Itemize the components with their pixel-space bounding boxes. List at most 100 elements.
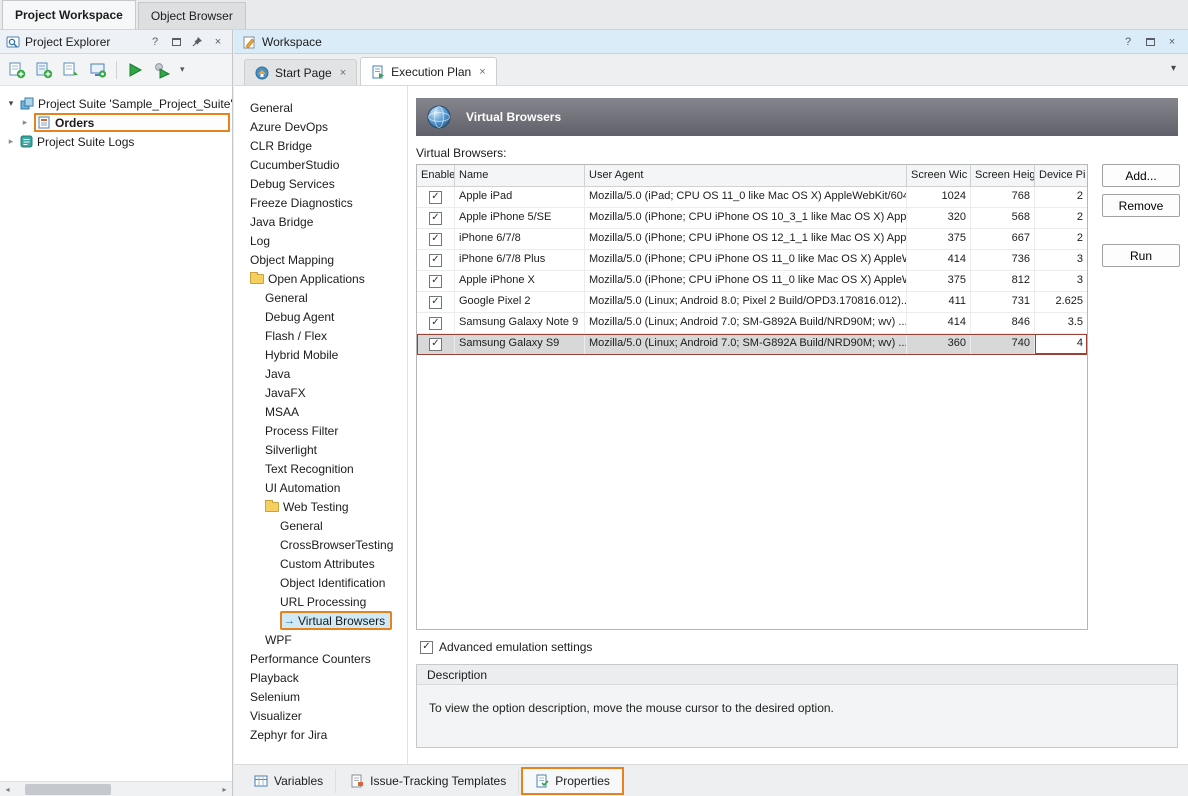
- close-tab-icon[interactable]: ×: [479, 66, 485, 78]
- run-project-icon[interactable]: [150, 58, 174, 82]
- virtual-browser-row-apple-iphone-5-se[interactable]: ✓Apple iPhone 5/SEMozilla/5.0 (iPhone; C…: [417, 208, 1087, 229]
- remove-button[interactable]: Remove: [1102, 194, 1180, 217]
- virtual-browser-row-samsung-galaxy-s9[interactable]: ✓Samsung Galaxy S9Mozilla/5.0 (Linux; An…: [417, 334, 1087, 355]
- tree-item-orders[interactable]: ▸ Orders: [0, 113, 232, 132]
- tab-object-browser[interactable]: Object Browser: [138, 2, 246, 29]
- settings-tree-item-general[interactable]: General: [234, 288, 407, 307]
- settings-tree-item-playback[interactable]: Playback: [234, 668, 407, 687]
- settings-tree-item-java[interactable]: Java: [234, 364, 407, 383]
- expanded-arrow-icon[interactable]: ▾: [6, 98, 16, 109]
- open-file-icon[interactable]: [59, 58, 83, 82]
- advanced-emulation-checkbox[interactable]: ✓: [420, 641, 433, 654]
- settings-tree-item-custom-attributes[interactable]: Custom Attributes: [234, 554, 407, 573]
- settings-tree-item-debug-agent[interactable]: Debug Agent: [234, 307, 407, 326]
- run-project-suite-icon[interactable]: [123, 58, 147, 82]
- record-test-icon[interactable]: [86, 58, 110, 82]
- settings-tree-item-label: Web Testing: [283, 500, 349, 514]
- close-icon[interactable]: ×: [1164, 34, 1180, 50]
- settings-tree-item-selenium[interactable]: Selenium: [234, 687, 407, 706]
- settings-tree-item-open-applications[interactable]: Open Applications: [234, 269, 407, 288]
- column-header-screen-wic[interactable]: Screen Wic: [907, 165, 971, 186]
- help-icon[interactable]: ?: [1120, 34, 1136, 50]
- settings-tree-item-freeze-diagnostics[interactable]: Freeze Diagnostics: [234, 193, 407, 212]
- column-header-device-pi[interactable]: Device Pi: [1035, 165, 1087, 186]
- column-header-name[interactable]: Name: [455, 165, 585, 186]
- enable-checkbox[interactable]: ✓: [429, 191, 442, 204]
- scroll-right-icon[interactable]: ▸: [217, 785, 232, 794]
- enable-checkbox[interactable]: ✓: [429, 275, 442, 288]
- tab-start-page[interactable]: Start Page ×: [244, 59, 357, 85]
- name-cell: Samsung Galaxy S9: [455, 334, 585, 354]
- settings-tree-item-general[interactable]: General: [234, 98, 407, 117]
- enable-checkbox[interactable]: ✓: [429, 233, 442, 246]
- settings-tree-item-hybrid-mobile[interactable]: Hybrid Mobile: [234, 345, 407, 364]
- settings-tree-item-text-recognition[interactable]: Text Recognition: [234, 459, 407, 478]
- enable-checkbox[interactable]: ✓: [429, 338, 442, 351]
- help-icon[interactable]: ?: [147, 34, 163, 50]
- tab-list-dropdown-icon[interactable]: ▾: [1171, 63, 1176, 74]
- scrollbar-thumb[interactable]: [25, 784, 111, 795]
- settings-tree-item-zephyr-for-jira[interactable]: Zephyr for Jira: [234, 725, 407, 744]
- virtual-browser-row-apple-ipad[interactable]: ✓Apple iPadMozilla/5.0 (iPad; CPU OS 11_…: [417, 187, 1087, 208]
- enable-cell: ✓: [417, 292, 455, 312]
- collapsed-arrow-icon[interactable]: ▸: [6, 136, 16, 147]
- add-project-suite-icon[interactable]: [5, 58, 29, 82]
- close-icon[interactable]: ×: [210, 34, 226, 50]
- add-project-icon[interactable]: [32, 58, 56, 82]
- settings-tree-item-debug-services[interactable]: Debug Services: [234, 174, 407, 193]
- settings-tree-item-java-bridge[interactable]: Java Bridge: [234, 212, 407, 231]
- settings-tree-item-process-filter[interactable]: Process Filter: [234, 421, 407, 440]
- column-header-screen-heig[interactable]: Screen Heig: [971, 165, 1035, 186]
- orders-highlight-box[interactable]: Orders: [34, 113, 230, 132]
- tab-variables[interactable]: Variables: [242, 769, 336, 793]
- settings-tree-item-web-testing[interactable]: Web Testing: [234, 497, 407, 516]
- settings-tree-item-flash-flex[interactable]: Flash / Flex: [234, 326, 407, 345]
- virtual-browser-row-iphone-6-7-8[interactable]: ✓iPhone 6/7/8Mozilla/5.0 (iPhone; CPU iP…: [417, 229, 1087, 250]
- tab-execution-plan[interactable]: Execution Plan ×: [360, 57, 497, 85]
- tree-item-project-suite[interactable]: ▾ Project Suite 'Sample_Project_Suite' (…: [0, 94, 232, 113]
- settings-tree-item-msaa[interactable]: MSAA: [234, 402, 407, 421]
- settings-tree-item-virtual-browsers[interactable]: →Virtual Browsers: [234, 611, 407, 630]
- tab-issue-tracking-templates[interactable]: Issue-Tracking Templates: [338, 769, 519, 793]
- column-header-enable[interactable]: Enable: [417, 165, 455, 186]
- scroll-left-icon[interactable]: ◂: [0, 785, 15, 794]
- execution-plan-content: GeneralAzure DevOpsCLR BridgeCucumberStu…: [234, 86, 1188, 764]
- settings-tree-item-wpf[interactable]: WPF: [234, 630, 407, 649]
- pin-icon[interactable]: [189, 34, 205, 50]
- run-options-dropdown-icon[interactable]: ▾: [177, 64, 188, 75]
- settings-tree-item-ui-automation[interactable]: UI Automation: [234, 478, 407, 497]
- run-button[interactable]: Run: [1102, 244, 1180, 267]
- column-header-user-agent[interactable]: User Agent: [585, 165, 907, 186]
- settings-tree-item-crossbrowsertesting[interactable]: CrossBrowserTesting: [234, 535, 407, 554]
- virtual-browser-row-samsung-galaxy-note-9[interactable]: ✓Samsung Galaxy Note 9Mozilla/5.0 (Linux…: [417, 313, 1087, 334]
- settings-tree-item-javafx[interactable]: JavaFX: [234, 383, 407, 402]
- enable-checkbox[interactable]: ✓: [429, 212, 442, 225]
- tree-item-project-suite-logs[interactable]: ▸ Project Suite Logs: [0, 132, 232, 151]
- settings-tree-item-azure-devops[interactable]: Azure DevOps: [234, 117, 407, 136]
- settings-tree-item-general[interactable]: General: [234, 516, 407, 535]
- settings-tree-item-silverlight[interactable]: Silverlight: [234, 440, 407, 459]
- enable-checkbox[interactable]: ✓: [429, 296, 442, 309]
- add-button[interactable]: Add...: [1102, 164, 1180, 187]
- virtual-browser-row-apple-iphone-x[interactable]: ✓Apple iPhone XMozilla/5.0 (iPhone; CPU …: [417, 271, 1087, 292]
- settings-tree-item-log[interactable]: Log: [234, 231, 407, 250]
- settings-tree-item-cucumberstudio[interactable]: CucumberStudio: [234, 155, 407, 174]
- settings-tree-item-clr-bridge[interactable]: CLR Bridge: [234, 136, 407, 155]
- settings-tree-item-performance-counters[interactable]: Performance Counters: [234, 649, 407, 668]
- horizontal-scrollbar[interactable]: ◂ ▸: [0, 781, 232, 796]
- float-window-icon[interactable]: [168, 34, 184, 50]
- enable-checkbox[interactable]: ✓: [429, 254, 442, 267]
- collapsed-arrow-icon[interactable]: ▸: [20, 117, 30, 128]
- settings-tree-item-url-processing[interactable]: URL Processing: [234, 592, 407, 611]
- tab-properties[interactable]: Properties: [521, 767, 624, 795]
- virtual-browser-row-google-pixel-2[interactable]: ✓Google Pixel 2Mozilla/5.0 (Linux; Andro…: [417, 292, 1087, 313]
- close-tab-icon[interactable]: ×: [340, 67, 346, 79]
- settings-tree-item-object-mapping[interactable]: Object Mapping: [234, 250, 407, 269]
- settings-tree-item-label: Java Bridge: [250, 215, 313, 229]
- settings-tree-item-object-identification[interactable]: Object Identification: [234, 573, 407, 592]
- float-window-icon[interactable]: [1142, 34, 1158, 50]
- enable-checkbox[interactable]: ✓: [429, 317, 442, 330]
- tab-project-workspace[interactable]: Project Workspace: [2, 0, 136, 29]
- virtual-browser-row-iphone-6-7-8-plus[interactable]: ✓iPhone 6/7/8 PlusMozilla/5.0 (iPhone; C…: [417, 250, 1087, 271]
- settings-tree-item-visualizer[interactable]: Visualizer: [234, 706, 407, 725]
